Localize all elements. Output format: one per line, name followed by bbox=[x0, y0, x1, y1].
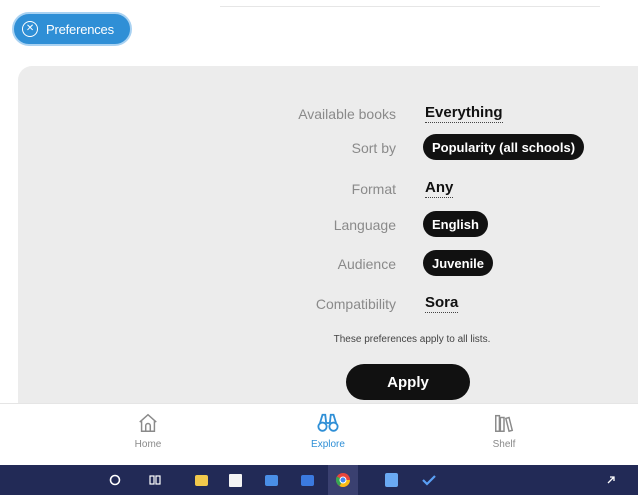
pref-row-language: Language English bbox=[18, 211, 638, 241]
pref-label: Language bbox=[333, 217, 396, 233]
nav-item-home[interactable]: Home bbox=[108, 412, 188, 450]
mail-icon[interactable] bbox=[262, 471, 280, 489]
pref-value-compatibility[interactable]: Sora bbox=[425, 294, 459, 313]
pref-label: Available books bbox=[298, 106, 396, 122]
sora-preferences-screen: ✕ Preferences Available books Everything… bbox=[0, 0, 638, 495]
preferences-chip[interactable]: ✕ Preferences bbox=[12, 12, 132, 46]
pref-label: Sort by bbox=[351, 140, 396, 156]
pref-row-audience: Audience Juvenile bbox=[18, 250, 638, 280]
home-icon bbox=[139, 413, 157, 432]
todo-check-icon[interactable] bbox=[420, 471, 438, 489]
pref-value-available-books[interactable]: Everything bbox=[425, 104, 503, 123]
pref-value-sort-by[interactable]: Popularity (all schools) bbox=[423, 134, 585, 160]
preferences-chip-label: Preferences bbox=[46, 21, 114, 37]
top-divider bbox=[220, 6, 600, 7]
preferences-note: These preferences apply to all lists. bbox=[333, 334, 491, 345]
pref-label: Format bbox=[351, 181, 396, 197]
chrome-icon[interactable] bbox=[328, 465, 358, 495]
close-circle-icon[interactable]: ✕ bbox=[22, 21, 38, 37]
nav-item-explore[interactable]: Explore bbox=[288, 412, 368, 450]
pref-row-format: Format Any bbox=[18, 175, 638, 205]
cortana-circle-icon[interactable] bbox=[106, 471, 124, 489]
apply-button[interactable]: Apply bbox=[346, 364, 470, 400]
nav-label-shelf: Shelf bbox=[492, 439, 516, 450]
pref-row-sort-by: Sort by Popularity (all schools) bbox=[18, 134, 638, 164]
pref-label: Compatibility bbox=[315, 296, 396, 312]
windows-taskbar bbox=[0, 465, 638, 495]
task-view-icon[interactable] bbox=[146, 471, 164, 489]
store-icon[interactable] bbox=[226, 471, 244, 489]
pref-value-language[interactable]: English bbox=[423, 211, 488, 237]
pref-row-compatibility: Compatibility Sora bbox=[18, 290, 638, 320]
pref-row-available-books: Available books Everything bbox=[18, 100, 638, 130]
nav-label-home: Home bbox=[134, 439, 162, 450]
nav-label-explore: Explore bbox=[311, 439, 345, 450]
pref-value-format[interactable]: Any bbox=[425, 179, 454, 198]
pref-value-audience[interactable]: Juvenile bbox=[423, 250, 494, 276]
preferences-panel: Available books Everything Sort by Popul… bbox=[18, 66, 638, 406]
bookshelf-icon bbox=[495, 414, 514, 433]
nav-item-shelf[interactable]: Shelf bbox=[464, 412, 544, 450]
expand-arrow-icon[interactable] bbox=[602, 471, 620, 489]
notepad-icon[interactable] bbox=[382, 471, 400, 489]
file-explorer-icon[interactable] bbox=[192, 471, 210, 489]
binoculars-icon bbox=[317, 413, 339, 432]
calendar-icon[interactable] bbox=[298, 471, 316, 489]
pref-label: Audience bbox=[337, 256, 396, 272]
bottom-nav: Home Explore Shelf bbox=[0, 403, 638, 465]
